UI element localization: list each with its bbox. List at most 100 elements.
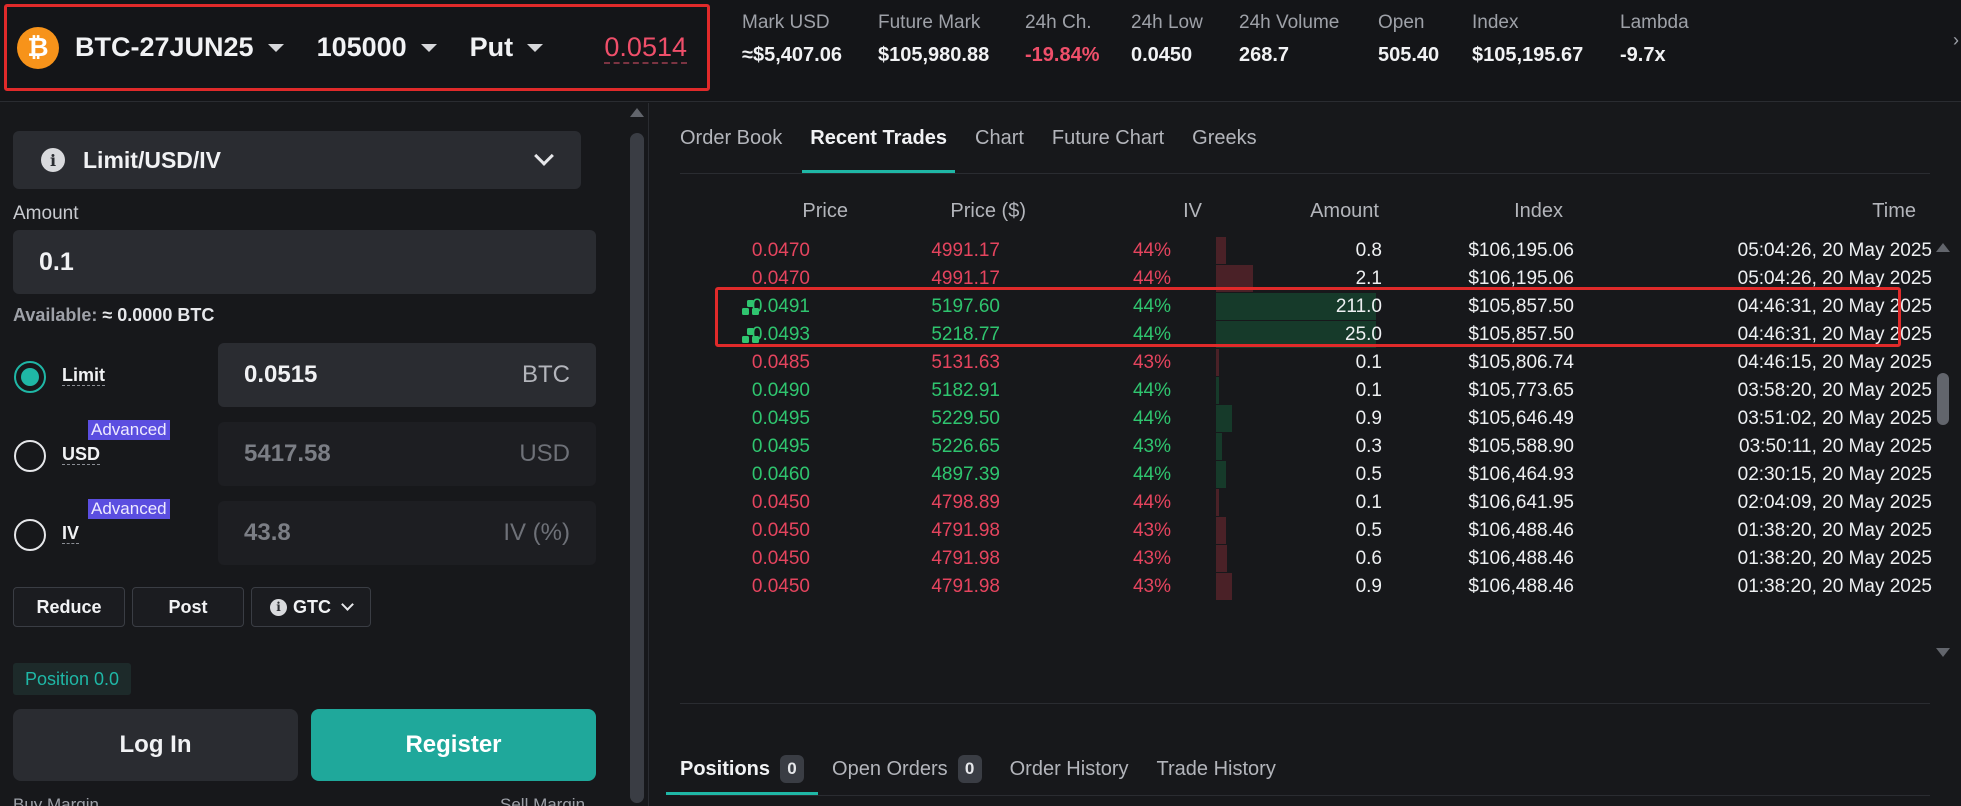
limit-price-unit: BTC [522, 361, 570, 388]
account-tabs: Positions 0 Open Orders 0 Order History … [666, 743, 1304, 795]
trade-price: 0.0485 [751, 352, 810, 373]
trade-price: 0.0450 [751, 548, 810, 569]
order-panel-scrollbar[interactable] [630, 133, 644, 803]
stat-label: Lambda [1620, 12, 1689, 33]
trade-iv: 43% [1132, 520, 1171, 541]
tab-order-book[interactable]: Order Book [680, 103, 782, 173]
market-panel: Order Book Recent Trades Chart Future Ch… [660, 103, 1961, 806]
trade-time: 04:46:31, 20 May 2025 [1737, 324, 1932, 345]
tab-chart[interactable]: Chart [975, 103, 1024, 173]
amount-depth-bar [1216, 573, 1232, 600]
iv-price-input[interactable]: 43.8 IV (%) [218, 501, 596, 565]
stat-label: Mark USD [742, 12, 830, 33]
stat-24h-change: 24h Ch. -19.84% [1025, 12, 1100, 67]
post-only-toggle[interactable]: Post [132, 587, 244, 627]
trade-price: 0.0450 [751, 576, 810, 597]
available-balance: Available: ≈ 0.0000 BTC [13, 305, 214, 326]
trade-index: $105,773.65 [1468, 380, 1574, 401]
usd-price-input[interactable]: 5417.58 USD [218, 422, 596, 486]
register-button[interactable]: Register [311, 709, 596, 781]
trade-price-usd: 4798.89 [931, 492, 1000, 513]
chevron-down-icon [527, 43, 544, 52]
tab-label: Open Orders [832, 757, 948, 780]
tab-open-orders[interactable]: Open Orders 0 [832, 743, 982, 795]
option-type-dropdown[interactable]: Put [470, 32, 544, 63]
tab-future-chart[interactable]: Future Chart [1052, 103, 1164, 173]
strike-dropdown[interactable]: 105000 [317, 32, 437, 63]
usd-price-value: 5417.58 [244, 440, 331, 467]
scrollbar-thumb[interactable] [1937, 373, 1949, 425]
trade-price: 0.0495 [751, 408, 810, 429]
tab-order-history[interactable]: Order History [1010, 743, 1129, 795]
chevron-down-icon [341, 598, 354, 611]
reduce-label: Reduce [36, 596, 102, 617]
tab-recent-trades[interactable]: Recent Trades [802, 103, 955, 173]
usd-mode-radio[interactable] [14, 440, 46, 472]
trade-iv: 44% [1132, 380, 1171, 401]
buy-margin-label: Buy Margin [13, 795, 99, 806]
trades-scrollbar[interactable] [1936, 243, 1950, 663]
login-button[interactable]: Log In [13, 709, 298, 781]
trade-price-usd: 4991.17 [931, 240, 1000, 261]
chevron-down-icon [267, 43, 284, 52]
limit-price-value: 0.0515 [244, 361, 318, 388]
stat-label: 24h Volume [1239, 12, 1340, 33]
tab-positions[interactable]: Positions 0 [666, 743, 819, 795]
instrument-dropdown[interactable]: BTC-27JUN25 [75, 32, 284, 63]
sell-margin-label: Sell Margin [500, 795, 586, 806]
stat-label: 24h Ch. [1025, 12, 1092, 33]
order-type-dropdown[interactable]: i Limit/USD/IV [13, 131, 581, 189]
tif-label: GTC [293, 596, 331, 617]
trade-index: $106,195.06 [1468, 240, 1574, 261]
chevron-right-icon[interactable]: › [1953, 30, 1959, 51]
limit-mode-label[interactable]: Limit [62, 365, 105, 386]
stat-label: Index [1472, 12, 1519, 33]
info-icon: i [270, 598, 287, 616]
column-header-time[interactable]: Time [660, 200, 1916, 223]
stat-label: 24h Low [1131, 12, 1203, 33]
trade-time: 02:04:09, 20 May 2025 [1737, 492, 1932, 513]
usd-mode-label[interactable]: USD [62, 444, 101, 465]
strike-value: 105000 [316, 32, 407, 62]
trade-amount: 211.0 [1335, 296, 1382, 317]
stat-value: 268.7 [1239, 44, 1290, 66]
chevron-down-icon [420, 43, 437, 52]
trade-time: 03:58:20, 20 May 2025 [1737, 380, 1932, 401]
time-in-force-dropdown[interactable]: i GTC [251, 587, 371, 627]
scroll-up-arrow-icon[interactable] [630, 108, 644, 117]
post-label: Post [168, 596, 208, 617]
advanced-badge: Advanced [88, 499, 170, 519]
trade-index: $105,588.90 [1468, 436, 1574, 457]
scrollbar-thumb[interactable] [630, 133, 644, 803]
trade-price-usd: 4791.98 [931, 548, 1000, 569]
scroll-up-arrow-icon[interactable] [1936, 243, 1950, 252]
trade-iv: 44% [1132, 240, 1171, 261]
tab-trade-history[interactable]: Trade History [1157, 743, 1276, 795]
trade-price-usd: 5218.77 [931, 324, 1000, 345]
stat-open: Open 505.40 [1378, 12, 1439, 67]
tab-label: Positions [680, 757, 771, 780]
trade-price-usd: 4791.98 [931, 576, 1000, 597]
trade-index: $106,488.46 [1468, 576, 1574, 597]
trade-amount: 0.9 [1355, 576, 1382, 597]
stat-label: Future Mark [878, 12, 981, 33]
limit-price-input[interactable]: 0.0515 BTC [218, 343, 596, 407]
trade-amount: 0.8 [1355, 240, 1382, 261]
amount-input[interactable] [13, 230, 596, 294]
amount-depth-bar [1216, 433, 1222, 460]
trade-price-usd: 5226.65 [931, 436, 1000, 457]
trade-index: $106,641.95 [1468, 492, 1574, 513]
info-icon: i [41, 148, 65, 172]
limit-mode-radio[interactable] [14, 361, 46, 393]
trade-iv: 44% [1132, 464, 1171, 485]
available-value: ≈ 0.0000 BTC [102, 305, 215, 325]
iv-mode-label[interactable]: IV [62, 523, 80, 544]
amount-depth-bar [1216, 377, 1219, 404]
scroll-down-arrow-icon[interactable] [1936, 648, 1950, 657]
trade-price: 0.0495 [751, 436, 810, 457]
amount-depth-bar [1216, 237, 1226, 264]
iv-mode-radio[interactable] [14, 519, 46, 551]
reduce-only-toggle[interactable]: Reduce [13, 587, 125, 627]
tab-greeks[interactable]: Greeks [1192, 103, 1256, 173]
instrument-selector-group: ₿ BTC-27JUN25 105000 Put 0.0514 [4, 4, 710, 91]
